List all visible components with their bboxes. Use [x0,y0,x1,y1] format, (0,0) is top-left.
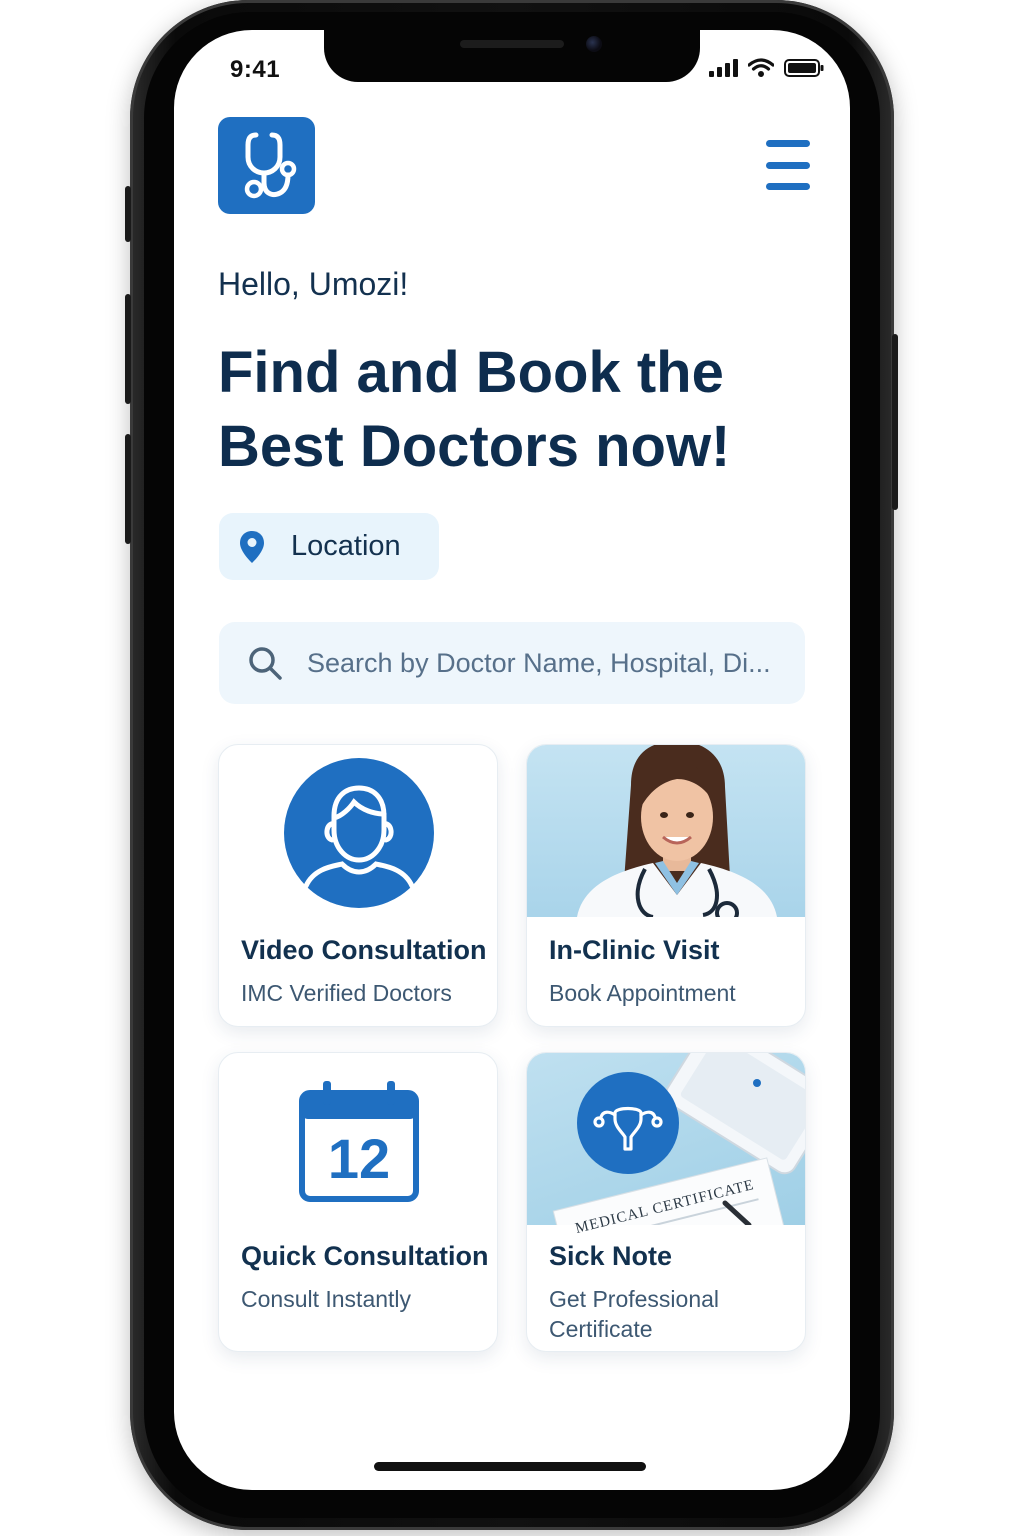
volume-down-button [125,434,131,544]
card-subtitle: IMC Verified Doctors [241,980,452,1006]
search-icon [249,647,282,680]
location-button[interactable]: Location [219,513,439,580]
video-consultation-card[interactable]: Video Consultation IMC Verified Doctors [218,744,498,1027]
location-label: Location [291,530,401,562]
cellular-signal-icon [709,59,738,77]
card-title: Sick Note [549,1241,673,1271]
card-title: In-Clinic Visit [549,935,720,965]
power-button [892,334,898,510]
menu-bar [766,140,810,147]
silent-switch [125,186,131,242]
card-subtitle: Book Appointment [549,980,736,1006]
calendar-day-number: 12 [327,1127,391,1190]
status-icons [708,58,824,78]
card-title: Video Consultation [241,935,487,965]
battery-icon [784,59,824,77]
in-clinic-visit-card[interactable]: In-Clinic Visit Book Appointment [526,744,806,1027]
medical-certificate-photo: MEDICAL CERTIFICATE [527,1053,805,1300]
notch [324,30,700,82]
phone-screen: 9:41 Hello, Umozi! Find and Book the Bes… [174,30,850,1490]
front-camera [586,36,602,52]
page-headline: Find and Book the Best Doctors now! [218,340,731,479]
hamburger-menu-icon[interactable] [766,140,810,190]
quick-consultation-card[interactable]: 12 Quick Consultation Consult Instantly [218,1052,498,1352]
menu-bar [766,183,810,190]
search-input[interactable] [305,646,799,680]
stethoscope-icon [244,132,296,198]
search-bar[interactable] [219,622,805,704]
wifi-icon [748,58,774,77]
calendar-icon: 12 [299,1079,419,1203]
user-avatar-icon [284,758,434,908]
doctor-photo [527,745,805,925]
greeting-text: Hello, Umozi! [218,266,409,302]
status-time: 9:41 [230,56,281,83]
card-subtitle: Get Professional Certificate [549,1286,720,1342]
card-subtitle: Consult Instantly [241,1286,412,1312]
sick-note-card[interactable]: MEDICAL CERTIFICATE Sick Note Get Profes… [526,1052,806,1352]
app-logo[interactable] [218,117,315,214]
speaker-grille [460,40,564,48]
doctor-illustration [577,745,777,925]
location-pin-icon [240,530,264,563]
card-title: Quick Consultation [241,1241,489,1271]
volume-up-button [125,294,131,404]
home-indicator[interactable] [374,1462,646,1471]
menu-bar [766,161,810,169]
